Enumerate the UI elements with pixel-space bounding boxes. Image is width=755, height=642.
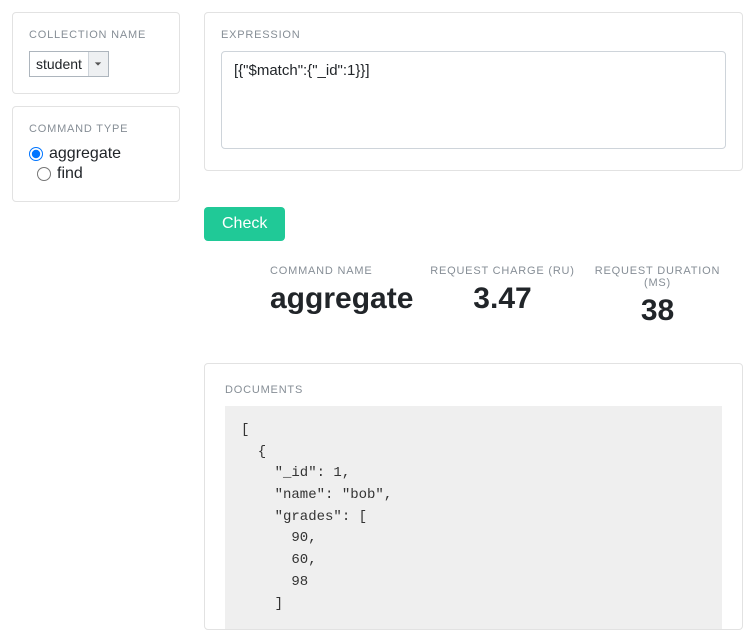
stats-row: COMMAND NAME aggregate REQUEST CHARGE (R… — [204, 265, 743, 347]
stat-request-duration-value: 38 — [580, 293, 735, 329]
chevron-down-icon — [88, 52, 108, 76]
expression-input[interactable] — [221, 51, 726, 149]
radio-aggregate-input[interactable] — [29, 147, 43, 161]
collection-select-value: student — [30, 56, 88, 72]
check-button[interactable]: Check — [204, 207, 285, 241]
radio-find[interactable]: find — [29, 165, 163, 183]
stat-request-duration-label: REQUEST DURATION (MS) — [580, 265, 735, 289]
command-type-label: COMMAND TYPE — [29, 123, 163, 135]
stat-request-charge-value: 3.47 — [425, 281, 580, 317]
documents-panel: DOCUMENTS [ { "_id": 1, "name": "bob", "… — [204, 363, 743, 630]
stat-command-name-value: aggregate — [270, 281, 425, 317]
stat-request-charge-label: REQUEST CHARGE (RU) — [425, 265, 580, 277]
expression-panel: EXPRESSION — [204, 12, 743, 171]
collection-name-panel: COLLECTION NAME student — [12, 12, 180, 94]
stat-command-name-label: COMMAND NAME — [270, 265, 425, 277]
collection-select[interactable]: student — [29, 51, 109, 77]
command-type-panel: COMMAND TYPE aggregate find — [12, 106, 180, 202]
radio-find-label: find — [57, 165, 83, 183]
collection-name-label: COLLECTION NAME — [29, 29, 163, 41]
stat-request-charge: REQUEST CHARGE (RU) 3.47 — [425, 265, 580, 329]
radio-aggregate[interactable]: aggregate — [29, 145, 163, 163]
radio-find-input[interactable] — [37, 167, 51, 181]
stat-request-duration: REQUEST DURATION (MS) 38 — [580, 265, 735, 329]
stat-command-name: COMMAND NAME aggregate — [212, 265, 425, 329]
radio-aggregate-label: aggregate — [49, 145, 121, 163]
expression-label: EXPRESSION — [221, 29, 726, 41]
command-type-radio-group: aggregate find — [29, 145, 163, 183]
documents-label: DOCUMENTS — [225, 384, 722, 396]
documents-output: [ { "_id": 1, "name": "bob", "grades": [… — [225, 406, 722, 629]
